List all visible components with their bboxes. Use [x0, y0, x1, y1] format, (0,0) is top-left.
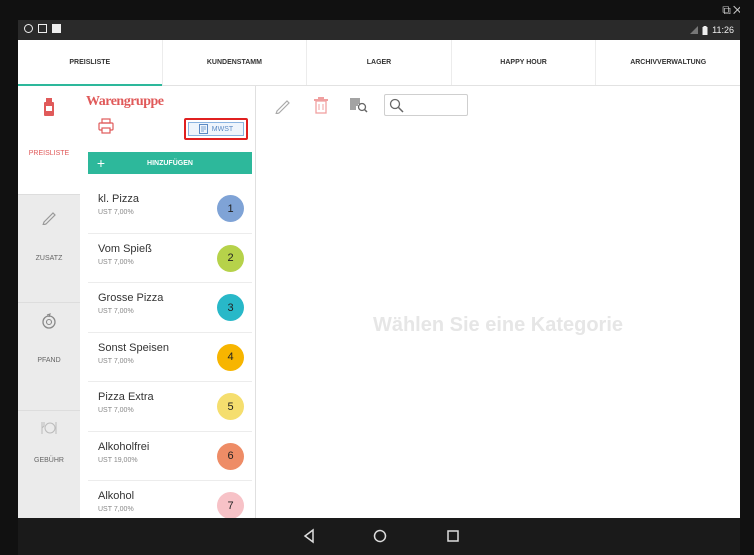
pencil-icon	[42, 212, 56, 225]
empty-state-message: Wählen Sie eine Kategorie	[372, 314, 624, 336]
edit-pencil-icon[interactable]	[274, 96, 292, 114]
category-number-badge: 6	[217, 442, 244, 470]
device-bezel-top: ⧉✕	[0, 0, 754, 20]
category-number-badge: 7	[217, 492, 244, 519]
category-number-badge: 2	[217, 244, 244, 272]
add-button-label: HINZUFÜGEN	[147, 159, 193, 167]
device-bezel-right	[740, 0, 754, 555]
category-name: Alkoholfrei	[98, 440, 150, 453]
category-item[interactable]: Sonst Speisen UST 7,00% 4	[88, 333, 252, 382]
signal-icon	[690, 26, 699, 34]
tab-label: KUNDENSTAMM	[206, 59, 262, 66]
tab-kundenstamm[interactable]: KUNDENSTAMM	[163, 40, 308, 85]
android-nav-bar	[18, 518, 740, 555]
tab-happy-hour[interactable]: HAPPY HOUR	[452, 40, 597, 85]
plus-icon: +	[96, 155, 106, 171]
tab-label: HAPPY HOUR	[500, 59, 547, 66]
sidebar-item-label: PREISLISTE	[28, 150, 70, 157]
sidebar-item-label: PFAND	[37, 357, 61, 364]
mwst-button[interactable]: MWST	[184, 118, 248, 140]
category-name: Vom Spieß	[98, 242, 152, 255]
main-tabs: PREISLISTE KUNDENSTAMM LAGER HAPPY HOUR …	[18, 40, 740, 86]
refresh-coin-icon	[42, 313, 56, 329]
category-tax: UST 7,00%	[98, 209, 134, 216]
tablet-screen: ⧉✕ 11:26 PREISLISTE KUNDENSTAMM LAGER HA…	[0, 0, 754, 555]
barcode-search-icon[interactable]	[350, 96, 368, 114]
category-name: Alkohol	[98, 490, 135, 502]
home-icon[interactable]	[371, 527, 389, 545]
app-icon	[52, 24, 61, 33]
category-number-badge: 1	[217, 195, 244, 222]
tab-lager[interactable]: LAGER	[307, 40, 452, 85]
category-name: Sonst Speisen	[98, 341, 169, 354]
panel-title: Warengruppe	[86, 94, 164, 109]
back-icon[interactable]	[300, 527, 318, 545]
category-name: Grosse Pizza	[98, 292, 164, 304]
sidebar-item-label: ZUSATZ	[35, 255, 63, 262]
battery-icon	[702, 25, 708, 35]
category-tax: UST 7,00%	[98, 407, 134, 414]
bottle-icon	[44, 98, 54, 116]
category-tax: UST 7,00%	[98, 506, 134, 513]
search-icon	[389, 98, 404, 113]
device-bezel-left	[0, 0, 18, 555]
category-list: kl. Pizza UST 7,00% 1 Vom Spieß UST 7,00…	[88, 184, 252, 531]
printer-icon[interactable]	[98, 118, 114, 134]
category-item[interactable]: Pizza Extra UST 7,00% 5	[88, 382, 252, 432]
category-item[interactable]: Alkoholfrei UST 19,00% 6	[88, 432, 252, 481]
mwst-label: MWST	[211, 125, 234, 133]
category-tax: UST 7,00%	[98, 308, 134, 315]
sidebar-item-gebuehr[interactable]: GEBÜHR	[18, 410, 80, 518]
category-number-badge: 3	[217, 294, 244, 321]
cutlery-icon	[41, 422, 57, 434]
tab-label: LAGER	[366, 59, 392, 66]
item-toolbar	[256, 86, 740, 126]
category-panel: Warengruppe MWST + HINZUFÜGEN kl. Pizza …	[80, 86, 256, 519]
tab-preisliste[interactable]: PREISLISTE	[18, 40, 163, 86]
category-number-badge: 5	[217, 393, 244, 420]
category-tax: UST 7,00%	[98, 258, 134, 266]
document-icon	[198, 124, 208, 134]
sidebar-item-label: GEBÜHR	[34, 457, 64, 464]
category-number-badge: 4	[217, 343, 244, 371]
delete-trash-icon[interactable]	[312, 96, 330, 114]
item-content-area: Wählen Sie eine Kategorie	[256, 126, 740, 518]
clock-time: 11:26	[712, 25, 734, 35]
tab-archivverwaltung[interactable]: ARCHIVVERWALTUNG	[596, 40, 740, 85]
category-tax: UST 19,00%	[98, 456, 138, 464]
category-tax: UST 7,00%	[98, 357, 134, 365]
category-name: Pizza Extra	[98, 391, 154, 403]
sidebar-item-preisliste[interactable]: PREISLISTE	[18, 86, 80, 194]
search-box[interactable]	[384, 94, 468, 116]
mwst-button-inner: MWST	[188, 122, 244, 136]
recent-apps-icon[interactable]	[444, 527, 462, 545]
sidebar-item-zusatz[interactable]: ZUSATZ	[18, 194, 80, 302]
tab-label: ARCHIVVERWALTUNG	[630, 59, 707, 66]
category-item[interactable]: Grosse Pizza UST 7,00% 3	[88, 283, 252, 333]
sidebar-item-pfand[interactable]: PFAND	[18, 302, 80, 410]
search-input[interactable]	[407, 97, 465, 113]
sidebar: PREISLISTE ZUSATZ PFAND GEBÜHR	[18, 86, 80, 518]
notification-icon	[24, 24, 33, 33]
category-item[interactable]: kl. Pizza UST 7,00% 1	[88, 184, 252, 234]
tab-label: PREISLISTE	[69, 59, 111, 66]
gallery-icon	[38, 24, 47, 33]
status-bar: 11:26	[18, 20, 740, 40]
category-name: kl. Pizza	[98, 193, 139, 205]
add-category-button[interactable]: + HINZUFÜGEN	[88, 152, 252, 174]
category-item[interactable]: Vom Spieß UST 7,00% 2	[88, 234, 252, 283]
